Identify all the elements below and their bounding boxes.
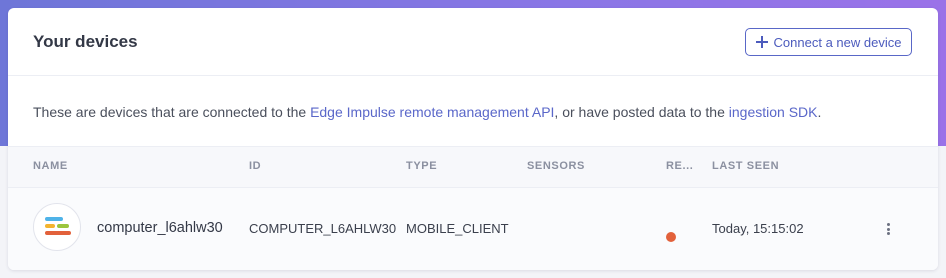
column-header-remote[interactable]: RE... (666, 160, 693, 172)
column-header-sensors[interactable]: SENSORS (527, 160, 585, 172)
remote-management-api-link[interactable]: Edge Impulse remote management API (310, 104, 554, 120)
description-middle: , or have posted data to the (554, 104, 729, 120)
description-text: These are devices that are connected to … (33, 104, 913, 120)
devices-card: Your devices Connect a new device These … (8, 8, 938, 270)
table-header: NAME ID TYPE SENSORS RE... LAST SEEN (8, 146, 938, 188)
description-prefix: These are devices that are connected to … (33, 104, 311, 120)
device-type: MOBILE_CLIENT (406, 221, 509, 236)
card-header: Your devices Connect a new device (8, 8, 938, 76)
column-header-id[interactable]: ID (249, 160, 261, 172)
connect-new-device-label: Connect a new device (773, 34, 902, 50)
ingestion-sdk-link[interactable]: ingestion SDK (729, 104, 818, 120)
table-row[interactable]: computer_l6ahlw30 COMPUTER_L6AHLW30 MOBI… (8, 188, 938, 270)
kebab-dot (886, 227, 890, 231)
device-id: COMPUTER_L6AHLW30 (249, 221, 397, 236)
device-name[interactable]: computer_l6ahlw30 (97, 220, 223, 236)
description-suffix: . (817, 104, 822, 120)
column-header-name[interactable]: NAME (33, 160, 68, 172)
kebab-dot (886, 232, 890, 235)
column-header-type[interactable]: TYPE (406, 160, 437, 172)
kebab-menu-icon[interactable] (882, 221, 894, 237)
device-avatar-icon (33, 203, 81, 251)
device-avatar-glyph (45, 217, 71, 235)
remote-status-indicator (666, 232, 676, 242)
plus-icon (755, 36, 768, 48)
device-last-seen: Today, 15:15:02 (712, 221, 804, 236)
page-title: Your devices (33, 32, 138, 51)
column-header-last-seen[interactable]: LAST SEEN (712, 160, 779, 172)
connect-new-device-button[interactable]: Connect a new device (745, 28, 912, 56)
kebab-dot (886, 223, 890, 226)
